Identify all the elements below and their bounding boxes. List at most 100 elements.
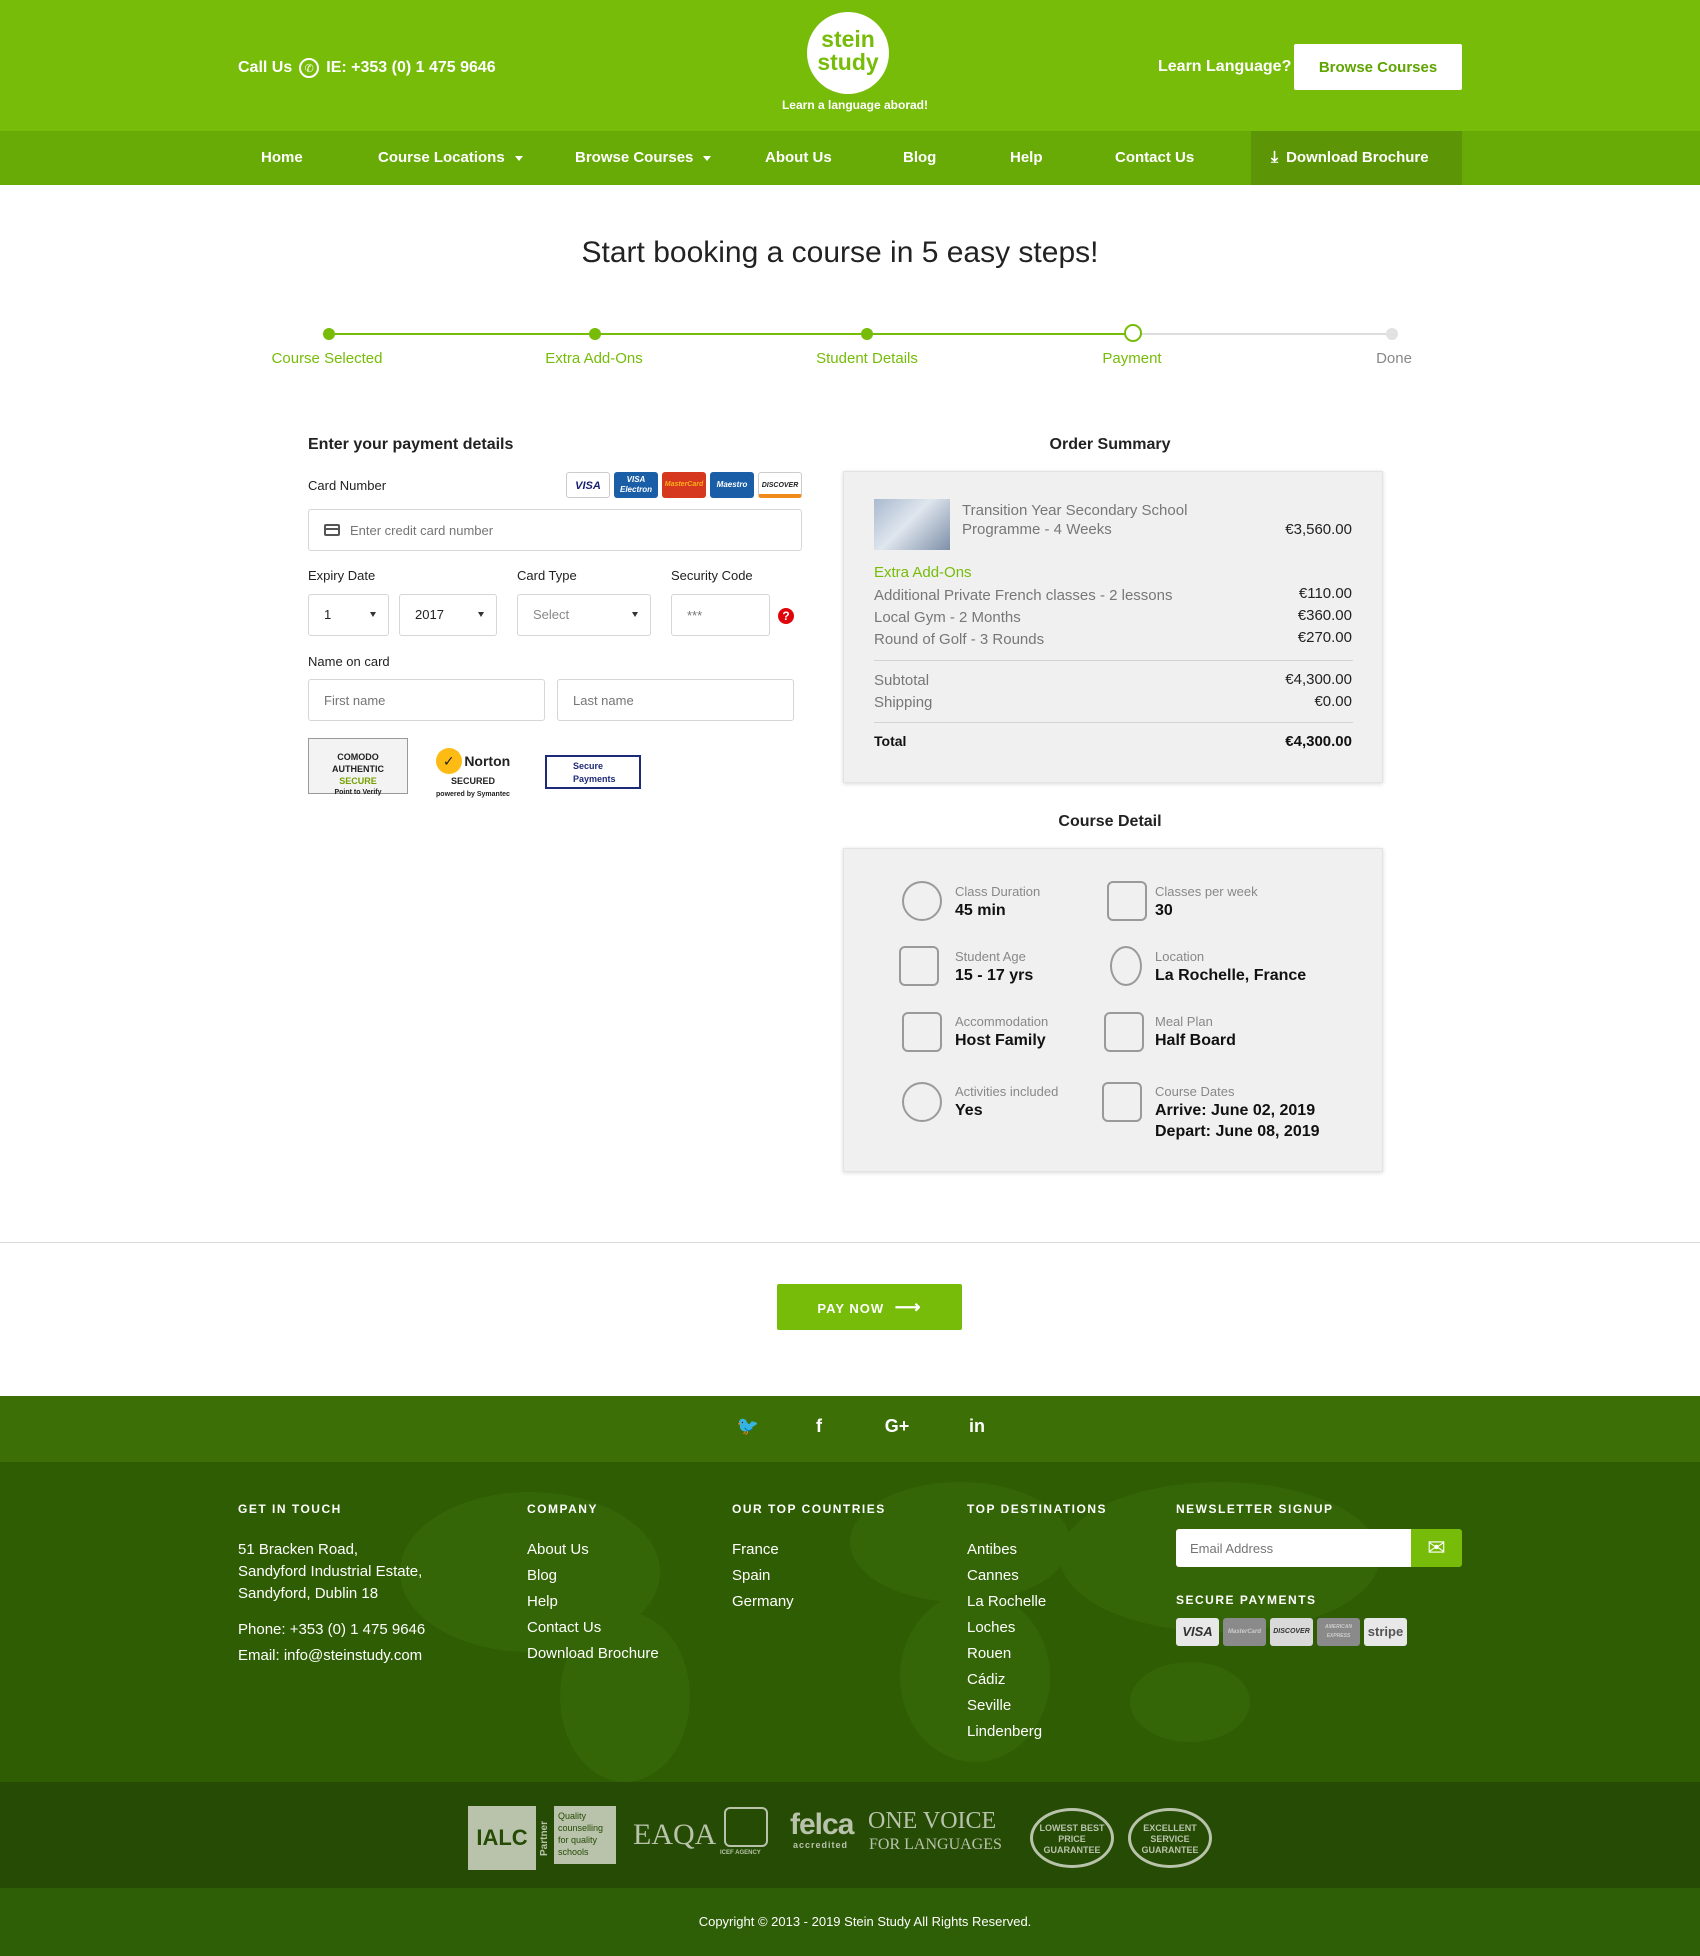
- meal-plan-value: Half Board: [1155, 1032, 1236, 1049]
- expiry-month-value: 1: [324, 607, 332, 622]
- discover-icon: DISCOVER: [758, 472, 802, 498]
- secure-line-2: Payments: [573, 774, 616, 784]
- card-type-select[interactable]: Select: [517, 594, 651, 636]
- footer-country-link[interactable]: France: [732, 1541, 779, 1558]
- addon-price: €110.00: [1298, 585, 1352, 602]
- step-label-payment[interactable]: Payment: [1102, 350, 1161, 367]
- call-us[interactable]: Call Us ✆ IE: +353 (0) 1 475 9646: [238, 58, 496, 78]
- footer-link-help[interactable]: Help: [527, 1593, 558, 1610]
- logo[interactable]: stein study: [807, 12, 889, 94]
- footer-country-link[interactable]: Germany: [732, 1593, 794, 1610]
- checkmark-icon: ✓: [435, 748, 462, 774]
- nav-blog[interactable]: Blog: [903, 131, 936, 185]
- credit-card-icon: [324, 524, 340, 536]
- footer-phone[interactable]: Phone: +353 (0) 1 475 9646: [238, 1619, 425, 1641]
- nav-browse-courses[interactable]: Browse Courses: [575, 131, 712, 185]
- name-on-card-label: Name on card: [308, 654, 390, 669]
- footer-link-blog[interactable]: Blog: [527, 1567, 557, 1584]
- newsletter-email-input[interactable]: [1176, 1529, 1412, 1567]
- course-name-line-2: Programme - 4 Weeks: [962, 521, 1112, 538]
- footer-destination-link[interactable]: Lindenberg: [967, 1723, 1042, 1740]
- step-label-student-details[interactable]: Student Details: [816, 350, 918, 367]
- footer-destination-link[interactable]: Cannes: [967, 1567, 1019, 1584]
- nav-contact-us[interactable]: Contact Us: [1115, 131, 1194, 185]
- logo-line-2: study: [817, 49, 879, 75]
- payment-details-title: Enter your payment details: [308, 436, 514, 453]
- location-value: La Rochelle, France: [1155, 967, 1307, 984]
- footer-link-contact-us[interactable]: Contact Us: [527, 1619, 601, 1636]
- graduation-cap-icon: [899, 946, 939, 986]
- newsletter-submit-button[interactable]: ✉: [1411, 1529, 1462, 1567]
- footer-destinations-heading: TOP DESTINATIONS: [967, 1502, 1108, 1516]
- expiry-year-select[interactable]: 2017: [399, 594, 497, 636]
- footer-secure-payments-heading: SECURE PAYMENTS: [1176, 1593, 1317, 1607]
- nav-help[interactable]: Help: [1010, 131, 1043, 185]
- bed-icon: [902, 1012, 942, 1052]
- footer-address-line: Sandyford Industrial Estate,: [238, 1563, 423, 1580]
- pay-now-button[interactable]: PAY NOW ⟶: [777, 1284, 962, 1330]
- linkedin-icon[interactable]: in: [964, 1416, 990, 1437]
- step-dot-payment: [1124, 324, 1142, 342]
- one-voice-logo: ONE VOICE: [868, 1808, 997, 1834]
- addons-heading: Extra Add-Ons: [874, 564, 972, 581]
- step-label-course-selected[interactable]: Course Selected: [272, 350, 383, 367]
- addon-price: €270.00: [1297, 629, 1352, 646]
- progress-track-complete: [328, 333, 1133, 335]
- security-code-input[interactable]: [671, 594, 770, 636]
- footer-destination-link[interactable]: Rouen: [967, 1645, 1011, 1662]
- footer-link-download-brochure[interactable]: Download Brochure: [527, 1645, 659, 1662]
- summary-divider: [874, 660, 1353, 661]
- card-number-label: Card Number: [308, 478, 387, 493]
- nav-course-locations[interactable]: Course Locations: [378, 131, 523, 185]
- footer-destination-link[interactable]: Loches: [967, 1619, 1015, 1636]
- footer-destination-link[interactable]: Antibes: [967, 1541, 1017, 1558]
- world-map-decoration: [850, 1482, 1070, 1602]
- course-price: €3,560.00: [1285, 521, 1352, 538]
- footer-address-line: Sandyford, Dublin 18: [238, 1585, 379, 1602]
- secure-payments-seal: Secure Payments: [545, 755, 641, 789]
- header-phone: IE: +353 (0) 1 475 9646: [326, 59, 496, 76]
- progress-track-remaining: [1133, 333, 1393, 335]
- visa-electron-icon: VISA Electron: [614, 472, 658, 498]
- world-map-decoration: [1130, 1662, 1250, 1742]
- footer-link-about-us[interactable]: About Us: [527, 1541, 589, 1558]
- subtotal-label: Subtotal: [874, 672, 930, 689]
- footer-destination-link[interactable]: Cádiz: [967, 1671, 1005, 1688]
- google-plus-icon[interactable]: G+: [882, 1416, 912, 1437]
- footer-country-link[interactable]: Spain: [732, 1567, 770, 1584]
- expiry-month-select[interactable]: 1: [308, 594, 389, 636]
- twitter-icon[interactable]: 🐦: [735, 1416, 761, 1437]
- chevron-down-icon: [632, 612, 638, 617]
- footer-destination-link[interactable]: La Rochelle: [967, 1593, 1046, 1610]
- step-label-extra-addons[interactable]: Extra Add-Ons: [545, 350, 643, 367]
- addon-name: Local Gym - 2 Months: [874, 609, 1021, 626]
- map-pin-icon: [1110, 946, 1142, 986]
- comodo-top: COMODO: [337, 752, 379, 762]
- nav-home[interactable]: Home: [261, 131, 303, 185]
- class-duration-label: Class Duration: [955, 884, 1041, 899]
- course-detail-title: Course Detail: [1058, 813, 1162, 830]
- facebook-icon[interactable]: f: [806, 1416, 832, 1437]
- felca-logo: felca: [790, 1808, 854, 1841]
- footer-get-in-touch-heading: GET IN TOUCH: [238, 1502, 342, 1516]
- first-name-input[interactable]: [308, 679, 545, 721]
- browse-courses-button[interactable]: Browse Courses: [1294, 44, 1462, 90]
- comodo-bot: SECURE: [339, 776, 377, 786]
- visa-icon: VISA: [1176, 1618, 1219, 1646]
- card-number-input[interactable]: [308, 509, 802, 551]
- download-brochure-label: Download Brochure: [1286, 149, 1429, 166]
- download-brochure-button[interactable]: ⤓ Download Brochure: [1251, 131, 1462, 185]
- section-divider: [0, 1242, 1700, 1243]
- page-title: Start booking a course in 5 easy steps!: [581, 236, 1099, 269]
- expiry-date-label: Expiry Date: [308, 568, 376, 583]
- norton-secured-seal: ✓ Norton SECURED powered by Symantec: [421, 748, 525, 798]
- calendar-icon: [1102, 1082, 1142, 1122]
- footer-email[interactable]: Email: info@steinstudy.com: [238, 1645, 422, 1667]
- mastercard-icon: MasterCard: [1223, 1618, 1266, 1646]
- footer-destination-link[interactable]: Seville: [967, 1697, 1011, 1714]
- nav-about-us[interactable]: About Us: [765, 131, 832, 185]
- accepted-cards: VISA VISA Electron MasterCard Maestro DI…: [566, 472, 802, 498]
- activities-icon: [902, 1082, 942, 1122]
- help-icon[interactable]: ?: [778, 608, 794, 624]
- last-name-input[interactable]: [557, 679, 794, 721]
